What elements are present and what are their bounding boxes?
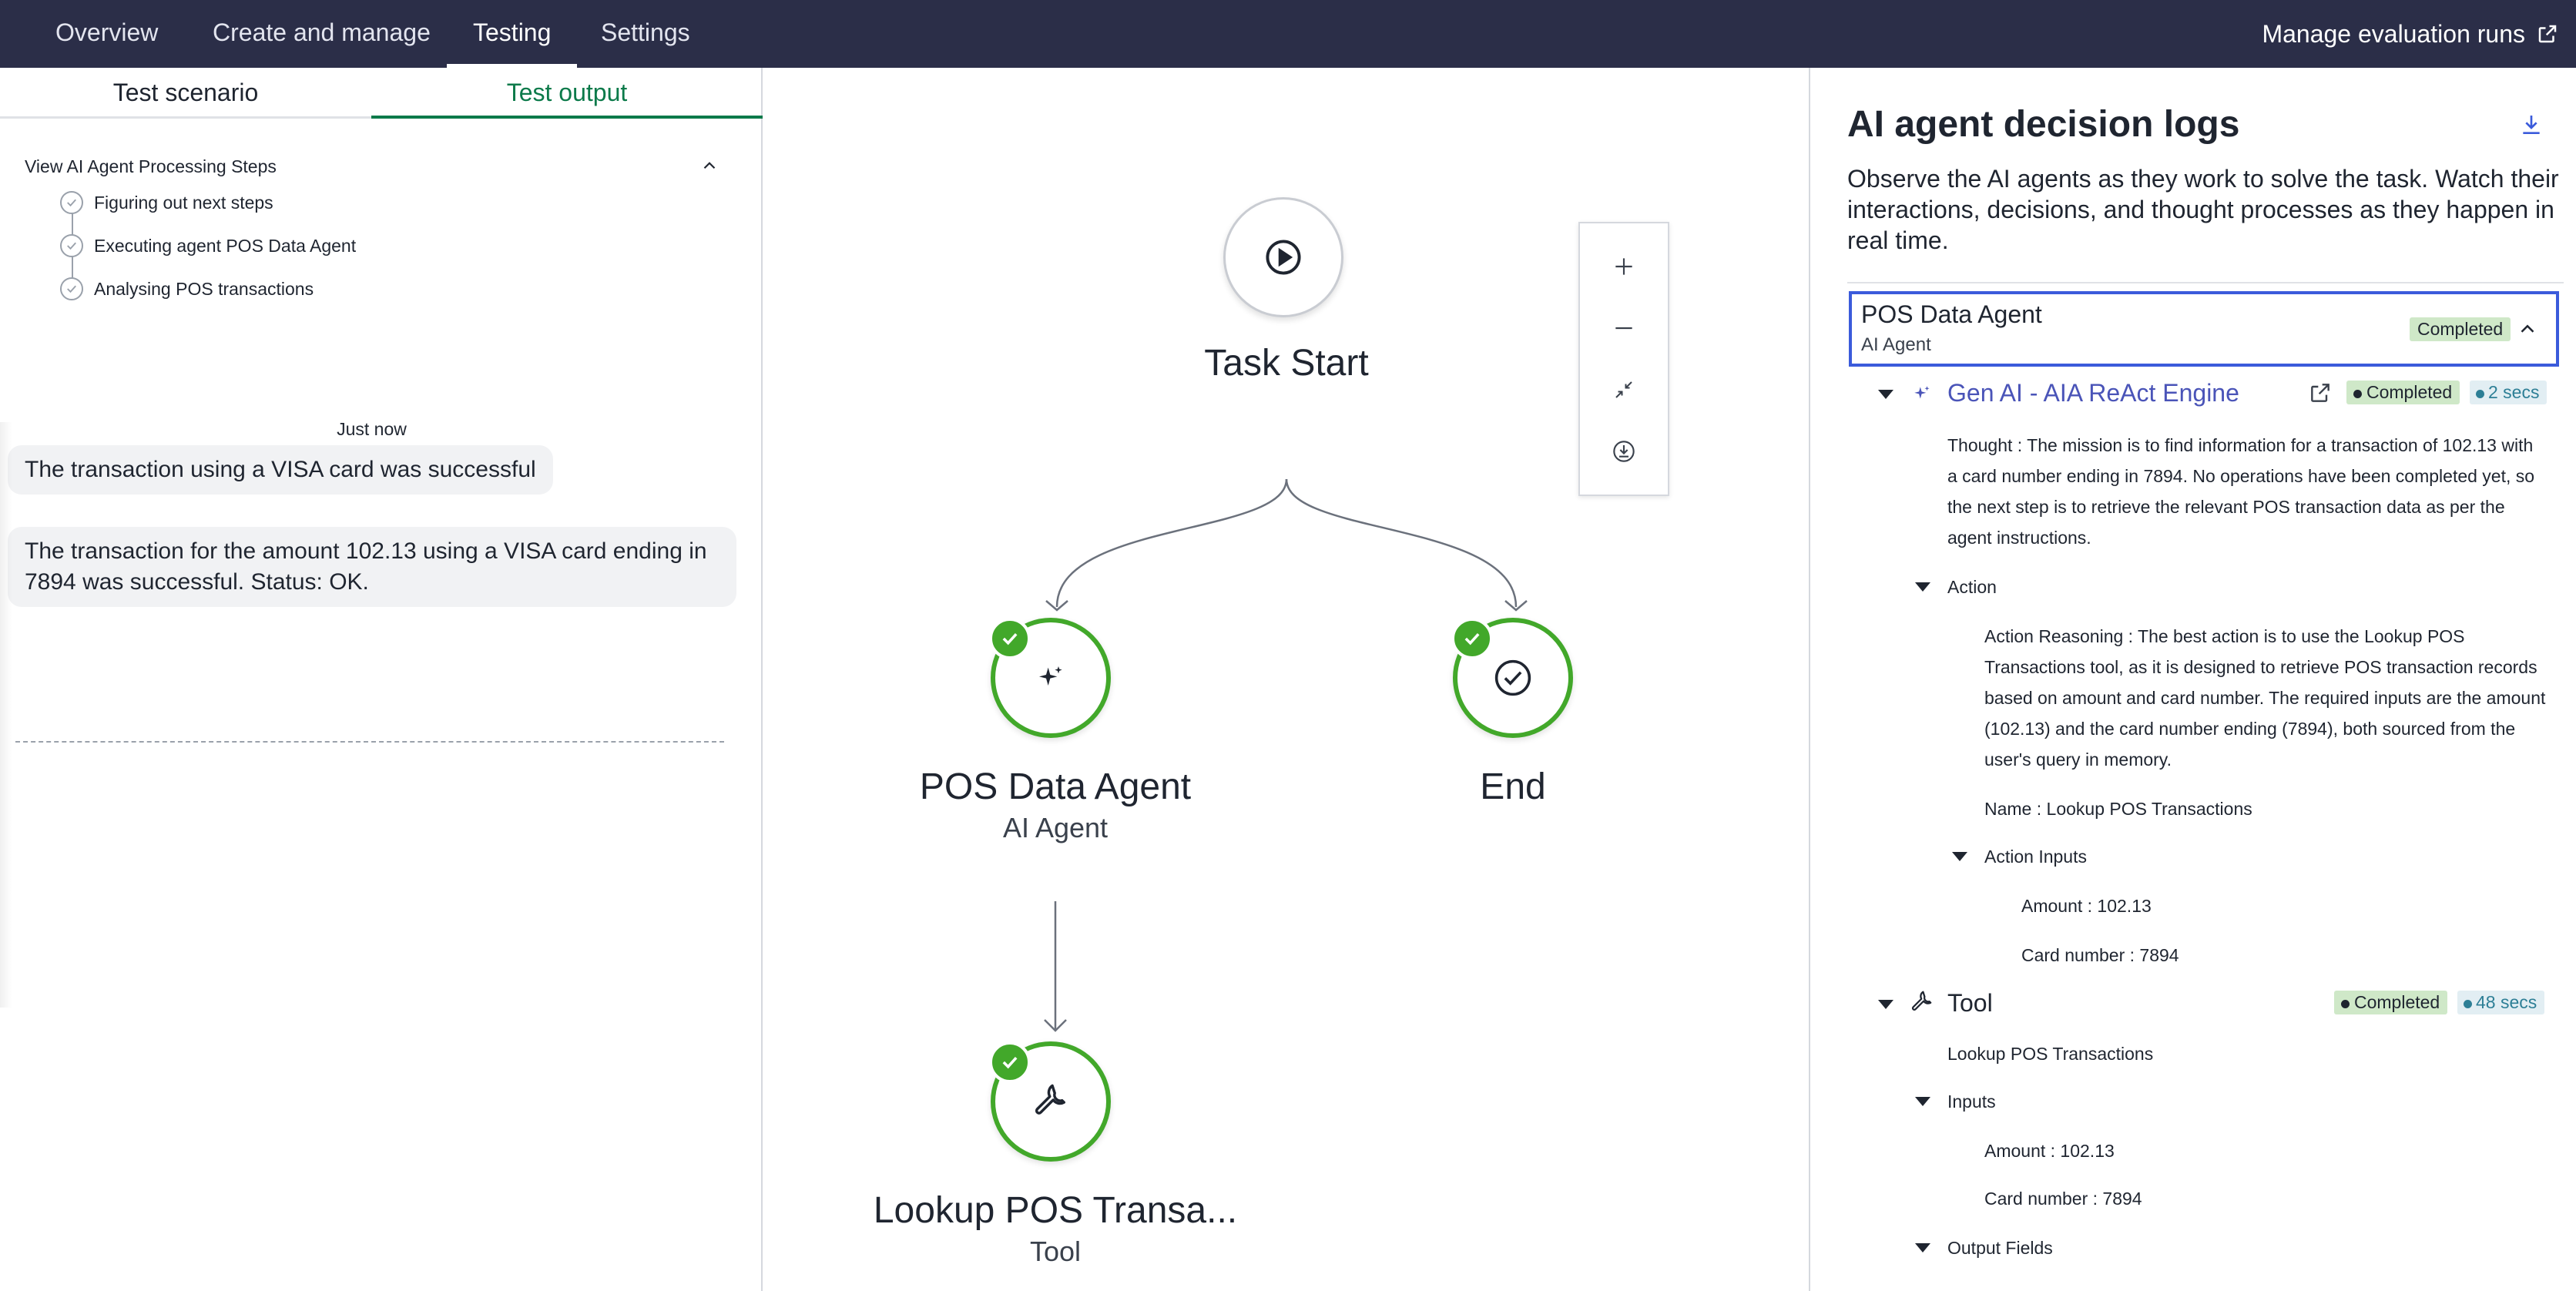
task-start-title: Task Start <box>1204 343 1369 384</box>
message-bubble: The transaction for the amount 102.13 us… <box>8 527 736 607</box>
test-output-panel: Test scenario Test output View AI Agent … <box>0 68 763 1291</box>
chevron-up-icon <box>2521 324 2534 333</box>
status-label: Completed <box>2354 992 2440 1012</box>
download-circle-icon <box>1613 441 1635 462</box>
panel-shadow <box>0 422 12 1008</box>
action-input-item: Amount : 102.13 <box>2021 896 2152 916</box>
action-name: Name : Lookup POS Transactions <box>1984 799 2252 819</box>
status-badge: Completed <box>2334 991 2448 1014</box>
logs-description: Observe the AI agents as they work to so… <box>1847 165 2559 254</box>
divider <box>1847 282 2564 283</box>
agent-node-subtitle: AI Agent <box>1002 812 1109 843</box>
step-item: Executing agent POS Data Agent <box>60 234 356 257</box>
tab-test-output[interactable]: Test output <box>371 68 763 119</box>
divider <box>15 741 724 743</box>
ai-sparkle-icon <box>1039 666 1062 686</box>
export-image-button[interactable] <box>1580 421 1668 482</box>
action-label: Action <box>1947 577 1997 597</box>
minus-icon <box>1615 327 1632 330</box>
agent-node-title: POS Data Agent <box>919 766 1192 807</box>
caret-down-icon[interactable] <box>1878 1000 1893 1009</box>
download-icon[interactable] <box>2519 112 2544 137</box>
engine-thought: Thought : The mission is to find informa… <box>1947 435 2535 548</box>
duration-label: 48 secs <box>2476 992 2537 1012</box>
zoom-out-button[interactable] <box>1580 297 1668 359</box>
collapse-arrows-icon <box>1615 381 1632 398</box>
tool-node-subtitle: Tool <box>1029 1236 1082 1267</box>
agent-accordion-header[interactable]: POS Data Agent AI Agent Completed <box>1849 291 2559 367</box>
agent-name: POS Data Agent <box>1861 300 2042 328</box>
status-dot-icon <box>2341 1000 2350 1008</box>
step-item: Analysing POS transactions <box>60 277 314 300</box>
processing-steps-title[interactable]: View AI Agent Processing Steps <box>25 156 277 177</box>
output-fields-label: Output Fields <box>1947 1238 2053 1258</box>
completed-check-icon <box>989 1041 1031 1083</box>
status-badge: Completed <box>2410 317 2511 341</box>
tab-overview[interactable]: Overview <box>55 0 158 68</box>
wrench-icon <box>1035 1084 1065 1115</box>
external-link-icon[interactable] <box>2308 381 2333 405</box>
check-circle-icon <box>60 277 83 300</box>
play-circle-icon <box>1266 240 1301 275</box>
wrench-icon <box>1911 991 1932 1011</box>
caret-down-icon[interactable] <box>1915 582 1930 592</box>
task-start-node[interactable] <box>1223 197 1343 317</box>
status-badge: Completed <box>2346 381 2460 404</box>
duration-badge: 48 secs <box>2457 991 2545 1014</box>
check-circle-icon <box>60 234 83 257</box>
manage-evaluation-runs-link[interactable]: Manage evaluation runs <box>2262 0 2559 68</box>
message-bubble: The transaction using a VISA card was su… <box>8 445 553 495</box>
check-circle-icon <box>1494 659 1531 696</box>
engine-name[interactable]: Gen AI - AIA ReAct Engine <box>1947 379 2239 407</box>
step-label: Analysing POS transactions <box>94 278 314 299</box>
completed-check-icon <box>989 618 1031 659</box>
tab-testing[interactable]: Testing <box>447 0 578 68</box>
ai-sparkle-icon <box>1914 386 1930 399</box>
caret-down-icon[interactable] <box>1915 1243 1930 1252</box>
tool-inputs-label: Inputs <box>1947 1091 1996 1112</box>
chevron-up-icon[interactable] <box>699 156 719 176</box>
clock-dot-icon <box>2476 390 2484 398</box>
external-link-icon <box>2538 25 2557 43</box>
tool-call-name: Lookup POS Transactions <box>1947 1044 2154 1064</box>
zoom-in-button[interactable] <box>1580 236 1668 297</box>
tool-node-title: Lookup POS Transa... <box>873 1190 1238 1231</box>
agent-type: AI Agent <box>1861 334 1931 355</box>
workflow-canvas[interactable]: Task Start POS Data Agent AI Agent End L… <box>764 68 1809 1291</box>
duration-label: 2 secs <box>2488 382 2540 402</box>
action-input-item: Card number : 7894 <box>2021 945 2179 965</box>
status-dot-icon <box>2353 390 2362 398</box>
caret-down-icon[interactable] <box>1952 852 1967 861</box>
caret-down-icon[interactable] <box>1915 1097 1930 1106</box>
plus-icon <box>1615 258 1632 275</box>
tab-create-and-manage[interactable]: Create and manage <box>213 0 431 68</box>
step-label: Executing agent POS Data Agent <box>94 235 357 256</box>
tool-input-item: Amount : 102.13 <box>1984 1141 2115 1161</box>
top-nav: Overview Create and manage Testing Setti… <box>0 0 2576 68</box>
caret-down-icon[interactable] <box>1878 390 1893 399</box>
tool-input-item: Card number : 7894 <box>1984 1189 2142 1209</box>
duration-badge: 2 secs <box>2470 381 2547 404</box>
fit-view-button[interactable] <box>1580 359 1668 421</box>
action-reasoning: Action Reasoning : The best action is to… <box>1984 626 2546 770</box>
tab-settings[interactable]: Settings <box>601 0 690 68</box>
clock-dot-icon <box>2464 1000 2472 1008</box>
tab-test-scenario[interactable]: Test scenario <box>0 68 371 119</box>
logs-title: AI agent decision logs <box>1847 104 2240 145</box>
end-node-title: End <box>1480 766 1546 807</box>
zoom-controls <box>1578 222 1669 496</box>
manage-evaluation-runs-label: Manage evaluation runs <box>2262 19 2525 48</box>
step-item: Figuring out next steps <box>60 191 273 214</box>
action-inputs-label: Action Inputs <box>1984 847 2087 867</box>
decision-logs-panel: AI agent decision logs Observe the AI ag… <box>1809 68 2576 1291</box>
status-label: Completed <box>2366 382 2453 402</box>
step-label: Figuring out next steps <box>94 192 273 213</box>
tool-name: Tool <box>1947 989 1993 1017</box>
timestamp: Just now <box>337 419 407 439</box>
completed-check-icon <box>1451 618 1493 659</box>
check-circle-icon <box>60 191 83 214</box>
